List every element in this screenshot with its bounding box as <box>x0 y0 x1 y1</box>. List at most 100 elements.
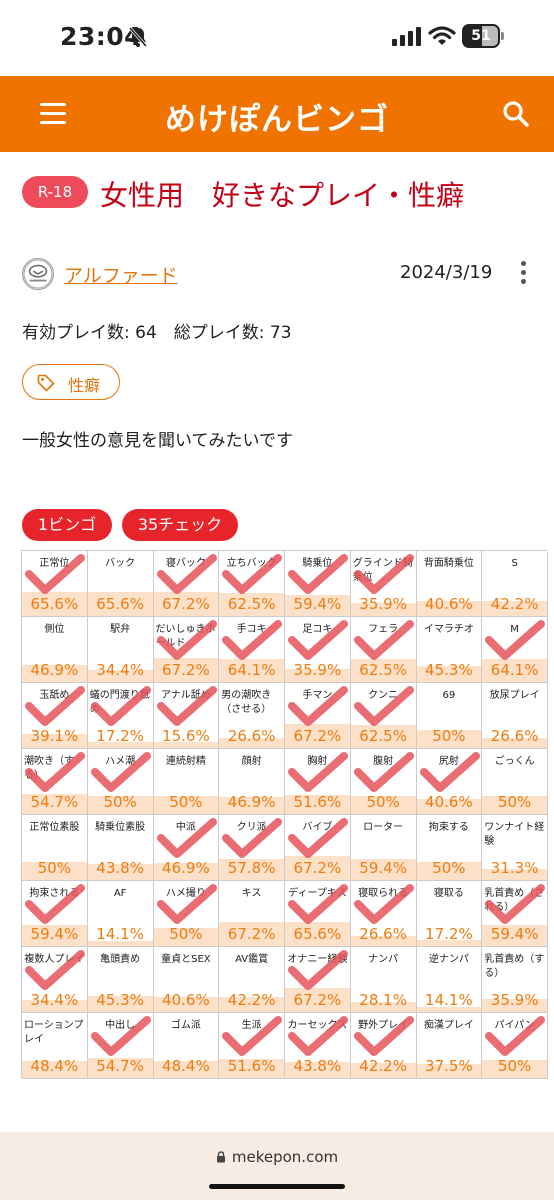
bingo-cell[interactable]: アナル舐め 15.6% <box>153 683 220 749</box>
more-options-icon[interactable] <box>520 261 528 287</box>
bingo-cell[interactable]: 寝バック 67.2% <box>153 551 220 617</box>
bingo-cell[interactable]: 放尿プレイ 26.6% <box>482 683 548 749</box>
bingo-cell[interactable]: クンニ 62.5% <box>350 683 417 749</box>
bingo-cell[interactable]: 寝取られる 26.6% <box>350 881 417 947</box>
bingo-cell[interactable]: 正常位 65.6% <box>22 551 88 617</box>
bingo-cell[interactable]: 男の潮吹き（させる） 26.6% <box>219 683 285 749</box>
bingo-cell[interactable]: 乳首責め（される） 59.4% <box>482 881 548 947</box>
tag-chip[interactable]: 性癖 <box>22 364 120 400</box>
site-logo[interactable]: めけぽんビンゴ <box>0 94 554 139</box>
bingo-cell[interactable]: M 64.1% <box>482 617 548 683</box>
bingo-cell[interactable]: だいしゅきホールド 67.2% <box>153 617 220 683</box>
bingo-cell[interactable]: 中出し 54.7% <box>87 1013 154 1079</box>
bingo-cell[interactable]: 中派 46.9% <box>153 815 220 881</box>
bingo-cell[interactable]: 童貞とSEX 40.6% <box>153 947 220 1013</box>
check-mark-icon <box>25 884 85 924</box>
bingo-cell-percent: 59.4% <box>359 859 407 877</box>
bingo-cell[interactable]: AF 14.1% <box>87 881 154 947</box>
bingo-cell[interactable]: 潮吹き（する） 54.7% <box>22 749 88 815</box>
bingo-cell-percent: 46.9% <box>30 661 79 679</box>
bingo-cell[interactable]: 背面騎乗位 40.6% <box>416 551 483 617</box>
bingo-cell[interactable]: ワンナイト経験 31.3% <box>482 815 548 881</box>
bingo-cell-label: バック <box>105 558 136 569</box>
bingo-cell-percent: 50% <box>37 859 72 877</box>
bingo-cell-percent: 40.6% <box>162 991 210 1009</box>
bingo-cell[interactable]: パイパン 50% <box>482 1013 548 1079</box>
bingo-cell[interactable]: ローター 59.4% <box>350 815 417 881</box>
bingo-cell-percent: 37.5% <box>425 1057 473 1075</box>
bingo-cell[interactable]: 腹射 50% <box>350 749 417 815</box>
bingo-cell[interactable]: S 42.2% <box>482 551 548 617</box>
bingo-cell[interactable]: 顔射 46.9% <box>219 749 285 815</box>
bingo-cell[interactable]: 拘束する 50% <box>416 815 483 881</box>
bingo-cell[interactable]: 寝取る 17.2% <box>416 881 483 947</box>
bingo-cell[interactable]: フェラ 62.5% <box>350 617 417 683</box>
avatar[interactable] <box>22 258 54 290</box>
bingo-cell[interactable]: 生派 51.6% <box>219 1013 285 1079</box>
bingo-cell[interactable]: 手コキ 64.1% <box>219 617 285 683</box>
bingo-cell[interactable]: 複数人プレイ 34.4% <box>22 947 88 1013</box>
bingo-cell[interactable]: 玉舐め 39.1% <box>22 683 88 749</box>
bingo-cell[interactable]: 騎乗位 59.4% <box>285 551 351 617</box>
check-mark-icon <box>156 818 217 858</box>
check-mark-icon <box>156 686 217 726</box>
bingo-cell-percent: 17.2% <box>425 925 473 943</box>
bingo-cell[interactable]: イマラチオ 45.3% <box>416 617 483 683</box>
bingo-cell[interactable]: 胸射 51.6% <box>285 749 351 815</box>
bingo-cell[interactable]: 69 50% <box>416 683 483 749</box>
bingo-cell[interactable]: 連続射精 50% <box>153 749 220 815</box>
bingo-cell[interactable]: ローションプレイ 48.4% <box>22 1013 88 1079</box>
bingo-cell-percent: 34.4% <box>96 661 144 679</box>
bingo-cell-percent: 65.6% <box>96 595 144 613</box>
bingo-cell[interactable]: 駅弁 34.4% <box>87 617 154 683</box>
bingo-cell[interactable]: 正常位素股 50% <box>22 815 88 881</box>
bingo-cell[interactable]: クリ派 57.8% <box>219 815 285 881</box>
bingo-cell[interactable]: 騎乗位素股 43.8% <box>87 815 154 881</box>
bell-muted-icon <box>128 27 148 47</box>
bingo-cell[interactable]: ディープキス 65.6% <box>285 881 351 947</box>
bingo-cell-percent: 50% <box>169 793 203 811</box>
bingo-cell[interactable]: キス 67.2% <box>219 881 285 947</box>
check-mark-icon <box>419 752 480 792</box>
lock-icon <box>216 1151 225 1163</box>
bingo-cell[interactable]: 蟻の門渡り舐め 17.2% <box>87 683 154 749</box>
check-mark-icon <box>90 686 151 726</box>
bingo-cell[interactable]: ごっくん 50% <box>482 749 548 815</box>
bingo-cell[interactable]: バック 65.6% <box>87 551 154 617</box>
bingo-cell[interactable]: 野外プレイ 42.2% <box>350 1013 417 1079</box>
check-mark-icon <box>288 950 348 990</box>
bingo-cell[interactable]: 尻射 40.6% <box>416 749 483 815</box>
bingo-cell[interactable]: 痴漢プレイ 37.5% <box>416 1013 483 1079</box>
bingo-cell[interactable]: 立ちバック 62.5% <box>219 551 285 617</box>
bingo-cell-percent: 43.8% <box>96 859 144 877</box>
browser-address-bar[interactable]: mekepon.com <box>0 1132 554 1200</box>
bingo-cell[interactable]: バイブ 67.2% <box>285 815 351 881</box>
bingo-cell[interactable]: カーセックス 43.8% <box>285 1013 351 1079</box>
bingo-cell[interactable]: ゴム派 48.4% <box>153 1013 220 1079</box>
bingo-cell-percent: 48.4% <box>162 1057 210 1075</box>
bingo-cell[interactable]: グラインド騎乗位 35.9% <box>350 551 417 617</box>
bingo-cell[interactable]: 足コキ 35.9% <box>285 617 351 683</box>
search-icon[interactable] <box>502 100 530 128</box>
check-mark-icon <box>222 554 283 594</box>
bingo-cell[interactable]: 手マン 67.2% <box>285 683 351 749</box>
bingo-cell[interactable]: ハメ潮 50% <box>87 749 154 815</box>
bingo-cell[interactable]: AV鑑賞 42.2% <box>219 947 285 1013</box>
bingo-cell-percent: 40.6% <box>425 595 473 613</box>
check-mark-icon <box>353 686 414 726</box>
bingo-cell[interactable]: 拘束される 59.4% <box>22 881 88 947</box>
wifi-icon <box>428 26 456 45</box>
author-link[interactable]: アルファード <box>64 261 178 288</box>
bingo-cell[interactable]: 亀頭責め 45.3% <box>87 947 154 1013</box>
bingo-cell-label: ローター <box>363 822 404 833</box>
bingo-cell-label: AV鑑賞 <box>235 954 269 965</box>
page-title: 女性用 好きなプレイ・性癖 <box>100 179 465 212</box>
bingo-cell-percent: 42.2% <box>227 991 276 1009</box>
bingo-cell[interactable]: 乳首責め（する） 35.9% <box>482 947 548 1013</box>
bingo-cell[interactable]: 側位 46.9% <box>22 617 88 683</box>
bingo-cell[interactable]: オナニー経験 67.2% <box>285 947 351 1013</box>
bingo-cell[interactable]: 逆ナンパ 14.1% <box>416 947 483 1013</box>
bingo-cell[interactable]: ナンパ 28.1% <box>350 947 417 1013</box>
bingo-cell[interactable]: ハメ撮り 50% <box>153 881 220 947</box>
check-mark-icon <box>90 1016 151 1056</box>
